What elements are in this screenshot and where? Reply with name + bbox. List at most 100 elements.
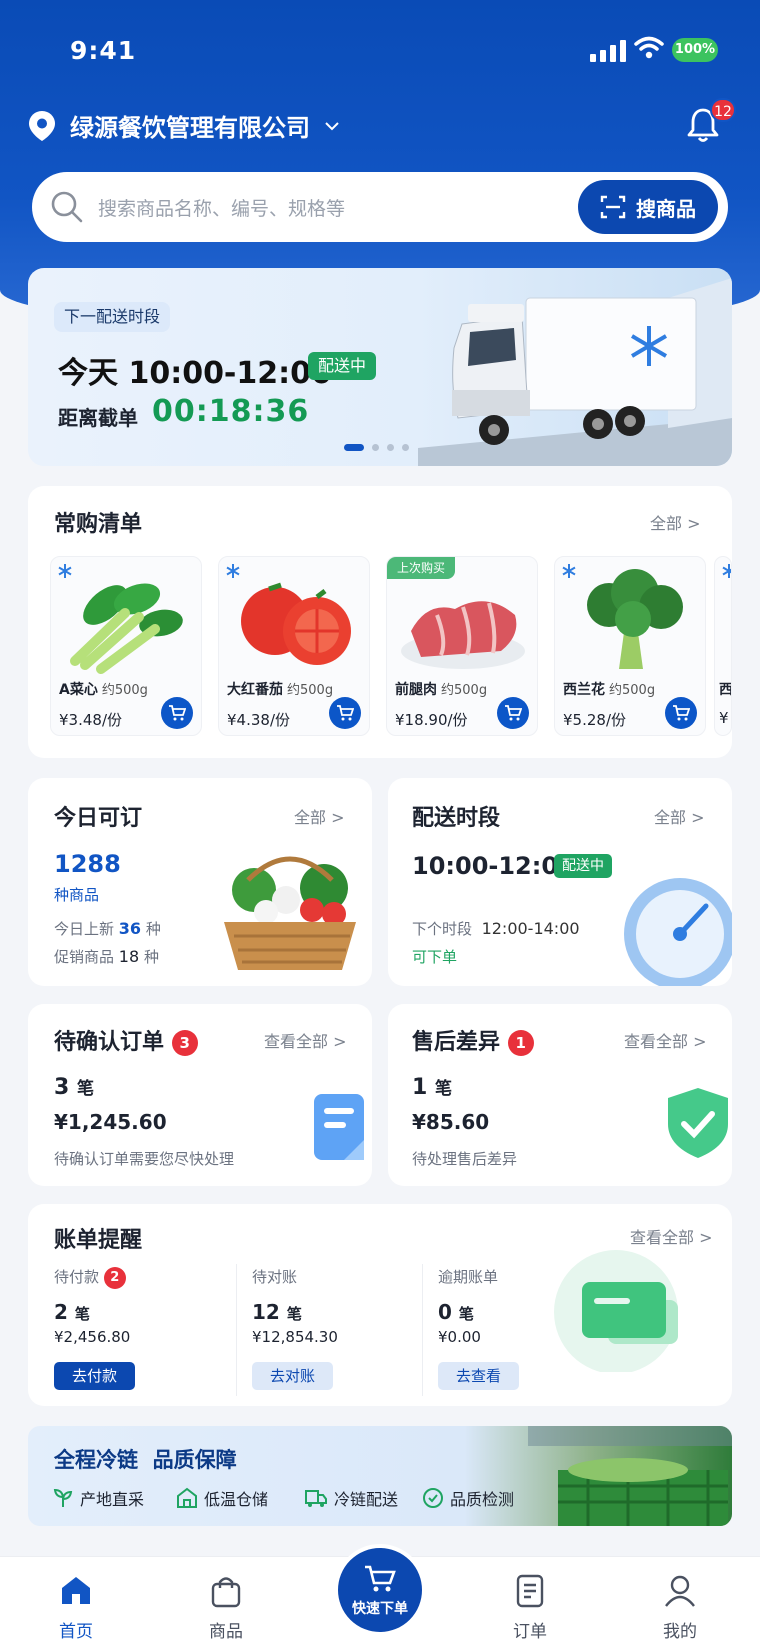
- product-price: ¥4.38/份: [227, 711, 290, 729]
- bill-badge: 2: [103, 1266, 126, 1289]
- tomato-image: [241, 582, 351, 665]
- bills-more[interactable]: 查看全部 >: [630, 1224, 713, 1248]
- tab-goods[interactable]: 商品: [186, 1574, 266, 1642]
- shopping-bag-icon: [211, 1577, 241, 1608]
- product-card[interactable]: A菜心 约500g ¥3.48/份: [50, 556, 202, 736]
- product-card-partial[interactable]: 西 ¥: [714, 556, 732, 736]
- sprout-icon: [53, 1488, 73, 1507]
- company-selector[interactable]: 绿源餐饮管理有限公司: [28, 108, 340, 143]
- bills-divider: [236, 1264, 237, 1396]
- cart-icon: [505, 705, 522, 721]
- today-available-count: 1288: [54, 850, 121, 878]
- bill-label: 待付款 2: [54, 1266, 126, 1289]
- produce-crates-image: [528, 1426, 732, 1526]
- product-name: A菜心 约500g: [59, 682, 148, 698]
- refrigerated-truck-illustration: [418, 278, 732, 466]
- tab-home[interactable]: 首页: [36, 1574, 116, 1642]
- reconcile-button[interactable]: 去对账: [252, 1362, 334, 1390]
- feature-cold-storage: 低温仓储: [176, 1486, 268, 1510]
- bill-count: 2 笔: [54, 1300, 90, 1324]
- pending-orders-title: 待确认订单 3: [54, 1024, 198, 1056]
- warehouse-icon: [177, 1487, 197, 1508]
- pending-orders-desc: 待确认订单需要您尽快处理: [54, 1150, 235, 1168]
- today-available-more[interactable]: 全部 >: [294, 804, 345, 828]
- banner-time-range: 今天 10:00-12:00: [58, 356, 332, 391]
- add-to-cart-button[interactable]: [329, 697, 361, 729]
- product-name: 前腿肉 约500g: [395, 682, 488, 698]
- delivery-slot-more[interactable]: 全部 >: [654, 804, 705, 828]
- view-overdue-button[interactable]: 去查看: [438, 1362, 520, 1390]
- feature-origin: 产地直采: [52, 1486, 144, 1510]
- aftersale-amount: ¥85.60: [412, 1110, 490, 1134]
- frequent-list-more[interactable]: 全部 >: [650, 510, 701, 534]
- add-to-cart-button[interactable]: [665, 697, 697, 729]
- cart-icon: [365, 1565, 396, 1592]
- signal-icon: [590, 38, 626, 62]
- product-card[interactable]: 上次购买 前腿肉 约500g ¥18.90/份: [386, 556, 538, 736]
- product-name: 大红番茄 约500g: [227, 682, 334, 698]
- aftersale-more[interactable]: 查看全部 >: [624, 1028, 707, 1052]
- cart-icon: [169, 705, 186, 721]
- delivery-slot-status-badge: 配送中: [554, 854, 612, 878]
- feature-quality-check: 品质检测: [422, 1486, 514, 1510]
- order-list-icon: [516, 1574, 544, 1608]
- company-name: 绿源餐饮管理有限公司: [70, 114, 310, 142]
- notification-badge: 12: [710, 98, 736, 122]
- cold-chain-title: 全程冷链 品质保障: [54, 1448, 237, 1472]
- delivery-slot-title: 配送时段: [412, 806, 501, 831]
- today-new-row: 今日上新 36 种: [54, 919, 161, 938]
- banner-pagination[interactable]: [344, 444, 409, 451]
- next-slot-status: 可下单: [412, 948, 458, 966]
- bill-label: 逾期账单: [438, 1268, 499, 1286]
- vegetable-basket-image: [224, 856, 356, 970]
- product-price: ¥3.48/份: [59, 711, 122, 729]
- cutoff-countdown: 00:18:36: [152, 394, 310, 429]
- aftersale-desc: 待处理售后差异: [412, 1150, 518, 1168]
- tab-mine[interactable]: 我的: [640, 1574, 720, 1642]
- today-promo-row: 促销商品 18 种: [54, 947, 159, 966]
- bill-amount: ¥0.00: [438, 1328, 481, 1346]
- truck-icon: [305, 1490, 327, 1507]
- aftersale-badge: 1: [507, 1030, 534, 1056]
- bill-column: 逾期账单 0 笔 ¥0.00 去查看: [438, 1266, 608, 1396]
- pending-orders-more[interactable]: 查看全部 >: [264, 1028, 347, 1052]
- tab-orders[interactable]: 订单: [490, 1574, 570, 1642]
- bill-count: 0 笔: [438, 1300, 474, 1324]
- search-button[interactable]: 搜商品: [578, 180, 718, 234]
- gauge-icon: [624, 878, 732, 986]
- product-card[interactable]: 西兰花 约500g ¥5.28/份: [554, 556, 706, 736]
- user-icon: [665, 1575, 695, 1607]
- product-name: 西兰花 约500g: [563, 682, 656, 698]
- bill-column: 待对账 12 笔 ¥12,854.30 去对账: [252, 1266, 422, 1396]
- frozen-icon: [722, 564, 731, 578]
- product-card[interactable]: 大红番茄 约500g ¥4.38/份: [218, 556, 370, 736]
- product-name: 西: [719, 682, 732, 698]
- banner-tag: 下一配送时段: [54, 302, 171, 332]
- delivery-banner[interactable]: 下一配送时段 今天 10:00-12:00 配送中 距离截单 00:18:36: [28, 268, 732, 466]
- today-available-unit: 种商品: [54, 886, 100, 904]
- product-price: ¥18.90/份: [395, 711, 468, 729]
- home-icon: [62, 1577, 90, 1604]
- location-pin-icon: [29, 110, 55, 141]
- bill-column: 待付款 2 2 笔 ¥2,456.80 去付款: [54, 1266, 224, 1396]
- document-icon: [314, 1094, 364, 1160]
- delivery-slot-time: 10:00-12:00: [412, 852, 575, 880]
- next-slot-row: 下个时段 12:00-14:00: [412, 919, 580, 938]
- pay-button[interactable]: 去付款: [54, 1362, 136, 1390]
- search-button-label: 搜商品: [636, 196, 696, 221]
- search-placeholder[interactable]: 搜索商品名称、编号、规格等: [98, 194, 345, 221]
- add-to-cart-button[interactable]: [497, 697, 529, 729]
- pending-orders-amount: ¥1,245.60: [54, 1110, 167, 1134]
- cold-chain-banner[interactable]: 全程冷链 品质保障 产地直采 低温仓储 冷链配送 品质检测: [28, 1426, 732, 1526]
- search-bar[interactable]: 搜索商品名称、编号、规格等 搜商品: [32, 172, 728, 242]
- aftersale-title: 售后差异 1: [412, 1024, 534, 1056]
- product-price: ¥: [719, 709, 729, 727]
- quick-order-button[interactable]: 快速下单: [334, 1544, 426, 1636]
- bok-choy-image: [70, 583, 183, 674]
- add-to-cart-button[interactable]: [161, 697, 193, 729]
- search-icon: [51, 191, 83, 223]
- pending-orders-badge: 3: [171, 1030, 198, 1056]
- bill-count: 12 笔: [252, 1300, 302, 1324]
- feature-cold-delivery: 冷链配送: [304, 1486, 398, 1510]
- last-purchased-tag: 上次购买: [387, 557, 456, 579]
